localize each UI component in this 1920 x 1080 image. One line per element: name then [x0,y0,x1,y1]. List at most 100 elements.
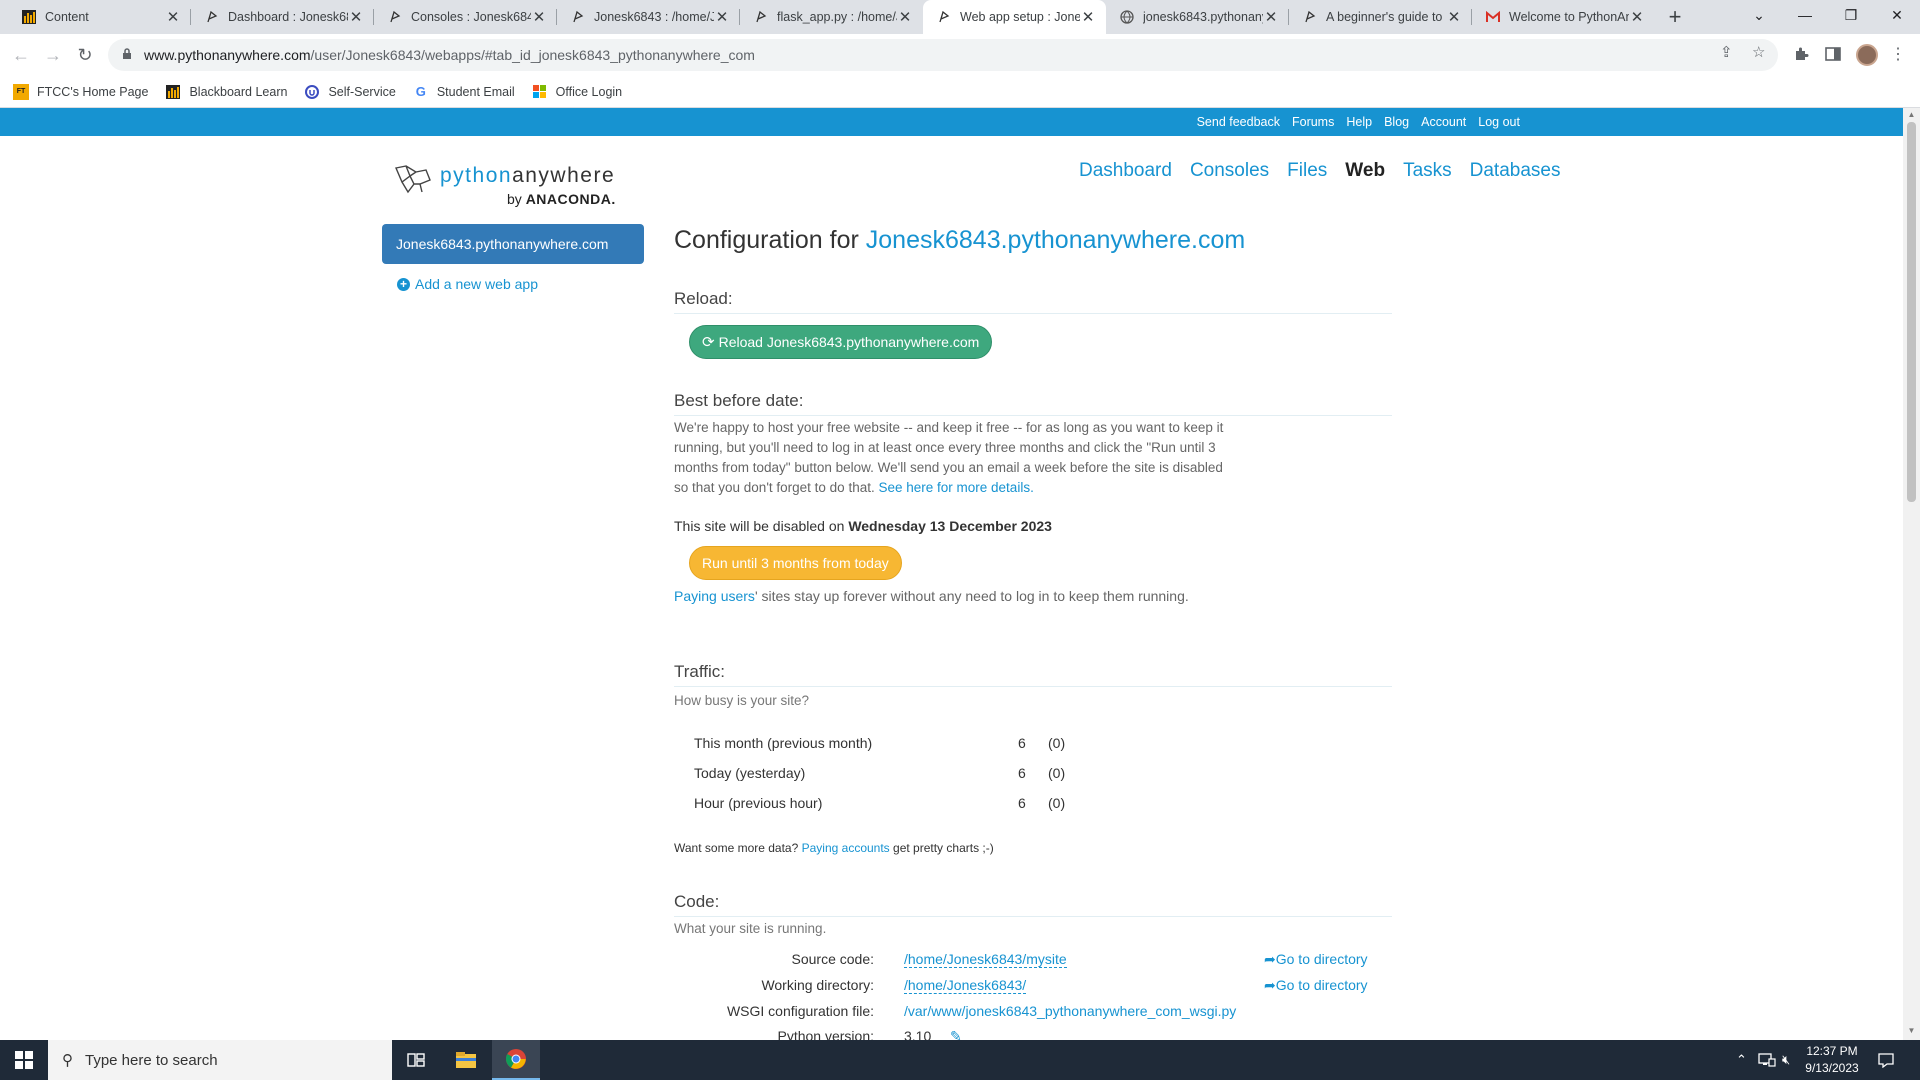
restore-button[interactable]: ❐ [1828,0,1874,32]
browser-tab-editor[interactable]: flask_app.py : /home/Jonesk6843 ✕ [740,0,923,34]
lock-icon [122,47,134,63]
browser-tab-guide[interactable]: A beginner's guide to ✕ [1289,0,1472,34]
windows-taskbar: ⚲ Type here to search ⌃ 🔇︎ 12:37 PM 9/13… [0,1040,1920,1080]
traffic-previous: (0) [1048,765,1066,781]
tab-title: Dashboard : Jonesk6843 [228,10,348,24]
disabled-date-line: This site will be disabled on Wednesday … [674,518,1052,534]
paying-users-link[interactable]: Paying users [674,588,755,604]
forums-link[interactable]: Forums [1292,115,1334,129]
chrome-taskbar-icon[interactable] [492,1040,540,1080]
close-tab-icon[interactable]: ✕ [1629,8,1645,26]
close-tab-icon[interactable]: ✕ [531,8,547,26]
volume-muted-icon[interactable]: 🔇︎ [1782,1040,1790,1080]
bookmark-star-icon[interactable]: ☆ [1752,43,1765,61]
sidebar-webapp-active[interactable]: Jonesk6843.pythonanywhere.com [382,224,644,264]
wsgi-file-path-link[interactable]: /var/www/jonesk6843_pythonanywhere_com_w… [904,1003,1236,1019]
browser-tab-site[interactable]: jonesk6843.pythonanywhere.com ✕ [1106,0,1289,34]
scroll-up-arrow-icon[interactable]: ▲ [1907,110,1916,119]
notifications-icon[interactable] [1878,1040,1894,1080]
close-tab-icon[interactable]: ✕ [1080,8,1096,26]
browser-tab-files[interactable]: Jonesk6843 : /home/Jonesk6843 ✕ [557,0,740,34]
minimize-button[interactable]: — [1782,0,1828,32]
send-feedback-link[interactable]: Send feedback [1197,115,1280,129]
traffic-value: 6 [1018,795,1026,811]
bookmark-student-email[interactable]: G Student Email [413,84,515,100]
browser-tab-dashboard[interactable]: Dashboard : Jonesk6843 ✕ [191,0,374,34]
new-tab-button[interactable]: + [1662,4,1688,30]
nav-databases[interactable]: Databases [1470,160,1561,182]
pythonanywhere-favicon-icon [388,10,402,24]
bookmark-label: Student Email [436,84,515,99]
close-tab-icon[interactable]: ✕ [1263,8,1279,26]
browser-menu-icon[interactable]: ⋮ [1890,44,1906,64]
page-scrollbar[interactable]: ▲ ▼ [1903,108,1920,1040]
close-tab-icon[interactable]: ✕ [714,8,730,26]
file-explorer-icon[interactable] [442,1040,490,1080]
paying-accounts-link[interactable]: Paying accounts [802,841,890,855]
heading-host-link[interactable]: Jonesk6843.pythonanywhere.com [866,226,1245,254]
blog-link[interactable]: Blog [1384,115,1409,129]
show-hidden-icons-chevron-icon[interactable]: ⌃ [1736,1040,1747,1080]
forward-arrow-icon[interactable]: → [40,42,66,68]
task-view-icon[interactable] [392,1040,440,1080]
bookmark-ftcc[interactable]: FT FTCC's Home Page [13,83,148,100]
tab-title: Consoles : Jonesk6843 [411,10,531,24]
pythonanywhere-logo[interactable]: pythonanywhere by ANACONDA. [392,160,622,212]
help-link[interactable]: Help [1346,115,1372,129]
add-new-webapp-link[interactable]: + Add a new web app [397,276,538,292]
go-to-directory-source-link[interactable]: ➦Go to directory [1264,951,1368,968]
tab-title: jonesk6843.pythonanywhere.com [1143,10,1263,24]
browser-tab-gmail[interactable]: Welcome to PythonAnywhere ✕ [1472,0,1655,34]
account-link[interactable]: Account [1421,115,1466,129]
network-icon[interactable] [1758,1040,1776,1080]
scrollbar-thumb[interactable] [1907,122,1916,502]
reload-page-icon[interactable]: ↻ [72,42,98,68]
pythonanywhere-favicon-icon [205,10,219,24]
tab-title: Web app setup : Jonesk6843 [960,10,1080,24]
nav-tasks[interactable]: Tasks [1403,160,1452,182]
browser-tab-web-app-setup[interactable]: Web app setup : Jonesk6843 ✕ [923,0,1106,34]
bookmark-self-service[interactable]: Self-Service [304,84,396,100]
windows-start-button[interactable] [0,1040,48,1080]
share-icon[interactable]: ⇪ [1720,43,1733,61]
close-tab-icon[interactable]: ✕ [165,8,181,26]
ftcc-favicon-icon: FT [13,83,29,100]
share-arrow-icon: ➦ [1264,951,1276,967]
tab-search-chevron-icon[interactable]: ⌄ [1736,0,1782,32]
paying-users-line: Paying users' sites stay up forever with… [674,588,1189,604]
log-out-link[interactable]: Log out [1478,115,1520,129]
bookmark-blackboard[interactable]: Blackboard Learn [165,84,287,100]
taskbar-clock[interactable]: 12:37 PM 9/13/2023 [1800,1043,1864,1077]
nav-files[interactable]: Files [1287,160,1327,182]
best-before-heading: Best before date: [674,391,1392,416]
close-tab-icon[interactable]: ✕ [348,8,364,26]
side-panel-icon[interactable] [1824,46,1842,64]
close-window-button[interactable]: ✕ [1874,0,1920,32]
table-row: This month (previous month) 6 (0) [694,729,1094,759]
close-tab-icon[interactable]: ✕ [897,8,913,26]
scroll-down-arrow-icon[interactable]: ▼ [1907,1026,1916,1035]
close-tab-icon[interactable]: ✕ [1446,8,1462,26]
working-directory-path-link[interactable]: /home/Jonesk6843/ [904,977,1027,994]
run-three-months-button[interactable]: Run until 3 months from today [689,546,902,580]
share-arrow-icon: ➦ [1264,977,1276,993]
address-bar[interactable]: www.pythonanywhere.com/user/Jonesk6843/w… [108,39,1778,71]
browser-tab-content[interactable]: Content ✕ [8,0,191,34]
browser-tab-consoles[interactable]: Consoles : Jonesk6843 ✕ [374,0,557,34]
source-code-path-link[interactable]: /home/Jonesk6843/mysite [904,951,1067,968]
taskbar-search-box[interactable]: ⚲ Type here to search [48,1040,392,1080]
go-to-directory-working-link[interactable]: ➦Go to directory [1264,977,1368,994]
nav-consoles[interactable]: Consoles [1190,160,1269,182]
nav-web[interactable]: Web [1345,160,1385,182]
profile-avatar[interactable] [1856,44,1878,66]
extensions-puzzle-icon[interactable] [1792,46,1810,64]
source-code-row: Source code: /home/Jonesk6843/mysite ➦Go… [674,951,1392,973]
source-code-label: Source code: [791,951,875,967]
nav-dashboard[interactable]: Dashboard [1079,160,1172,182]
reload-heading: Reload: [674,289,1392,314]
reload-webapp-button[interactable]: ⟳ Reload Jonesk6843.pythonanywhere.com [689,325,993,359]
disabled-date: Wednesday 13 December 2023 [848,518,1052,534]
bookmark-office-login[interactable]: Office Login [532,84,622,100]
see-more-details-link[interactable]: See here for more details. [878,480,1033,495]
back-arrow-icon[interactable]: ← [8,42,34,68]
